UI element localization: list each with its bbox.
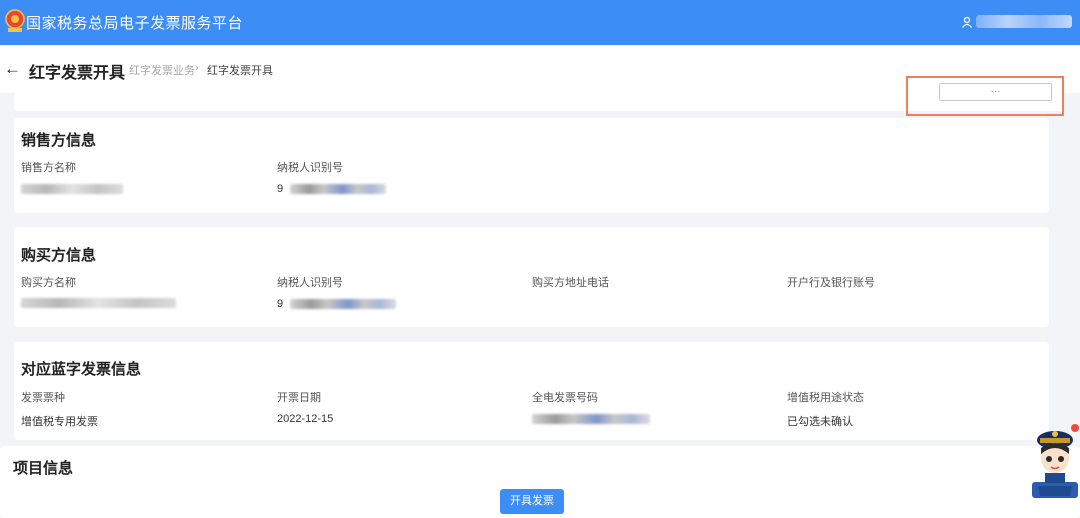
invoice-type-label: 发票票种: [21, 392, 65, 404]
seller-name-label: 销售方名称: [21, 162, 76, 174]
top-bar: 国家税务总局电子发票服务平台: [0, 0, 1080, 45]
items-section-title: 项目信息: [13, 460, 74, 477]
seller-name-value-blurred: [21, 184, 123, 194]
buyer-taxid-label: 纳税人识别号: [277, 277, 343, 289]
seller-section-title: 销售方信息: [21, 132, 97, 149]
breadcrumb-current: 红字发票开具: [207, 65, 273, 77]
vat-status-label: 增值税用途状态: [787, 392, 864, 404]
issue-invoice-button[interactable]: 开具发票: [500, 489, 564, 514]
seller-card: [14, 118, 1049, 213]
buyer-address-label: 购买方地址电话: [532, 277, 609, 289]
back-arrow-icon[interactable]: ←: [4, 59, 21, 79]
breadcrumb-red-invoice-business[interactable]: 红字发票业务: [129, 62, 195, 78]
invoice-number-label: 全电发票号码: [532, 392, 598, 404]
buyer-section-title: 购买方信息: [21, 247, 97, 264]
buyer-name-label: 购买方名称: [21, 277, 76, 289]
page-title: 红字发票开具: [29, 65, 126, 82]
breadcrumb-separator: ›: [195, 62, 199, 74]
seller-taxid-prefix: 9: [277, 183, 284, 195]
highlight-annotation-box: [906, 76, 1064, 116]
buyer-taxid-value-blurred: [290, 299, 396, 309]
assistant-avatar[interactable]: [1030, 420, 1080, 500]
invoice-type-value: 增值税专用发票: [21, 416, 98, 428]
user-icon[interactable]: [961, 16, 973, 28]
seller-taxid-label: 纳税人识别号: [277, 162, 343, 174]
seller-taxid-value-blurred: [290, 184, 386, 194]
buyer-bank-label: 开户行及银行账号: [787, 277, 875, 289]
invoice-date-value: 2022-12-15: [277, 413, 334, 425]
user-name-blurred[interactable]: [976, 15, 1072, 28]
invoice-number-value-blurred: [532, 414, 650, 424]
buyer-name-value-blurred: [21, 298, 176, 308]
invoice-date-label: 开票日期: [277, 392, 321, 404]
blue-invoice-section-title: 对应蓝字发票信息: [21, 361, 142, 378]
tax-emblem-icon: [5, 9, 25, 32]
vat-status-value: 已勾选未确认: [787, 416, 853, 428]
app-title: 国家税务总局电子发票服务平台: [26, 15, 244, 32]
buyer-taxid-prefix: 9: [277, 298, 284, 310]
